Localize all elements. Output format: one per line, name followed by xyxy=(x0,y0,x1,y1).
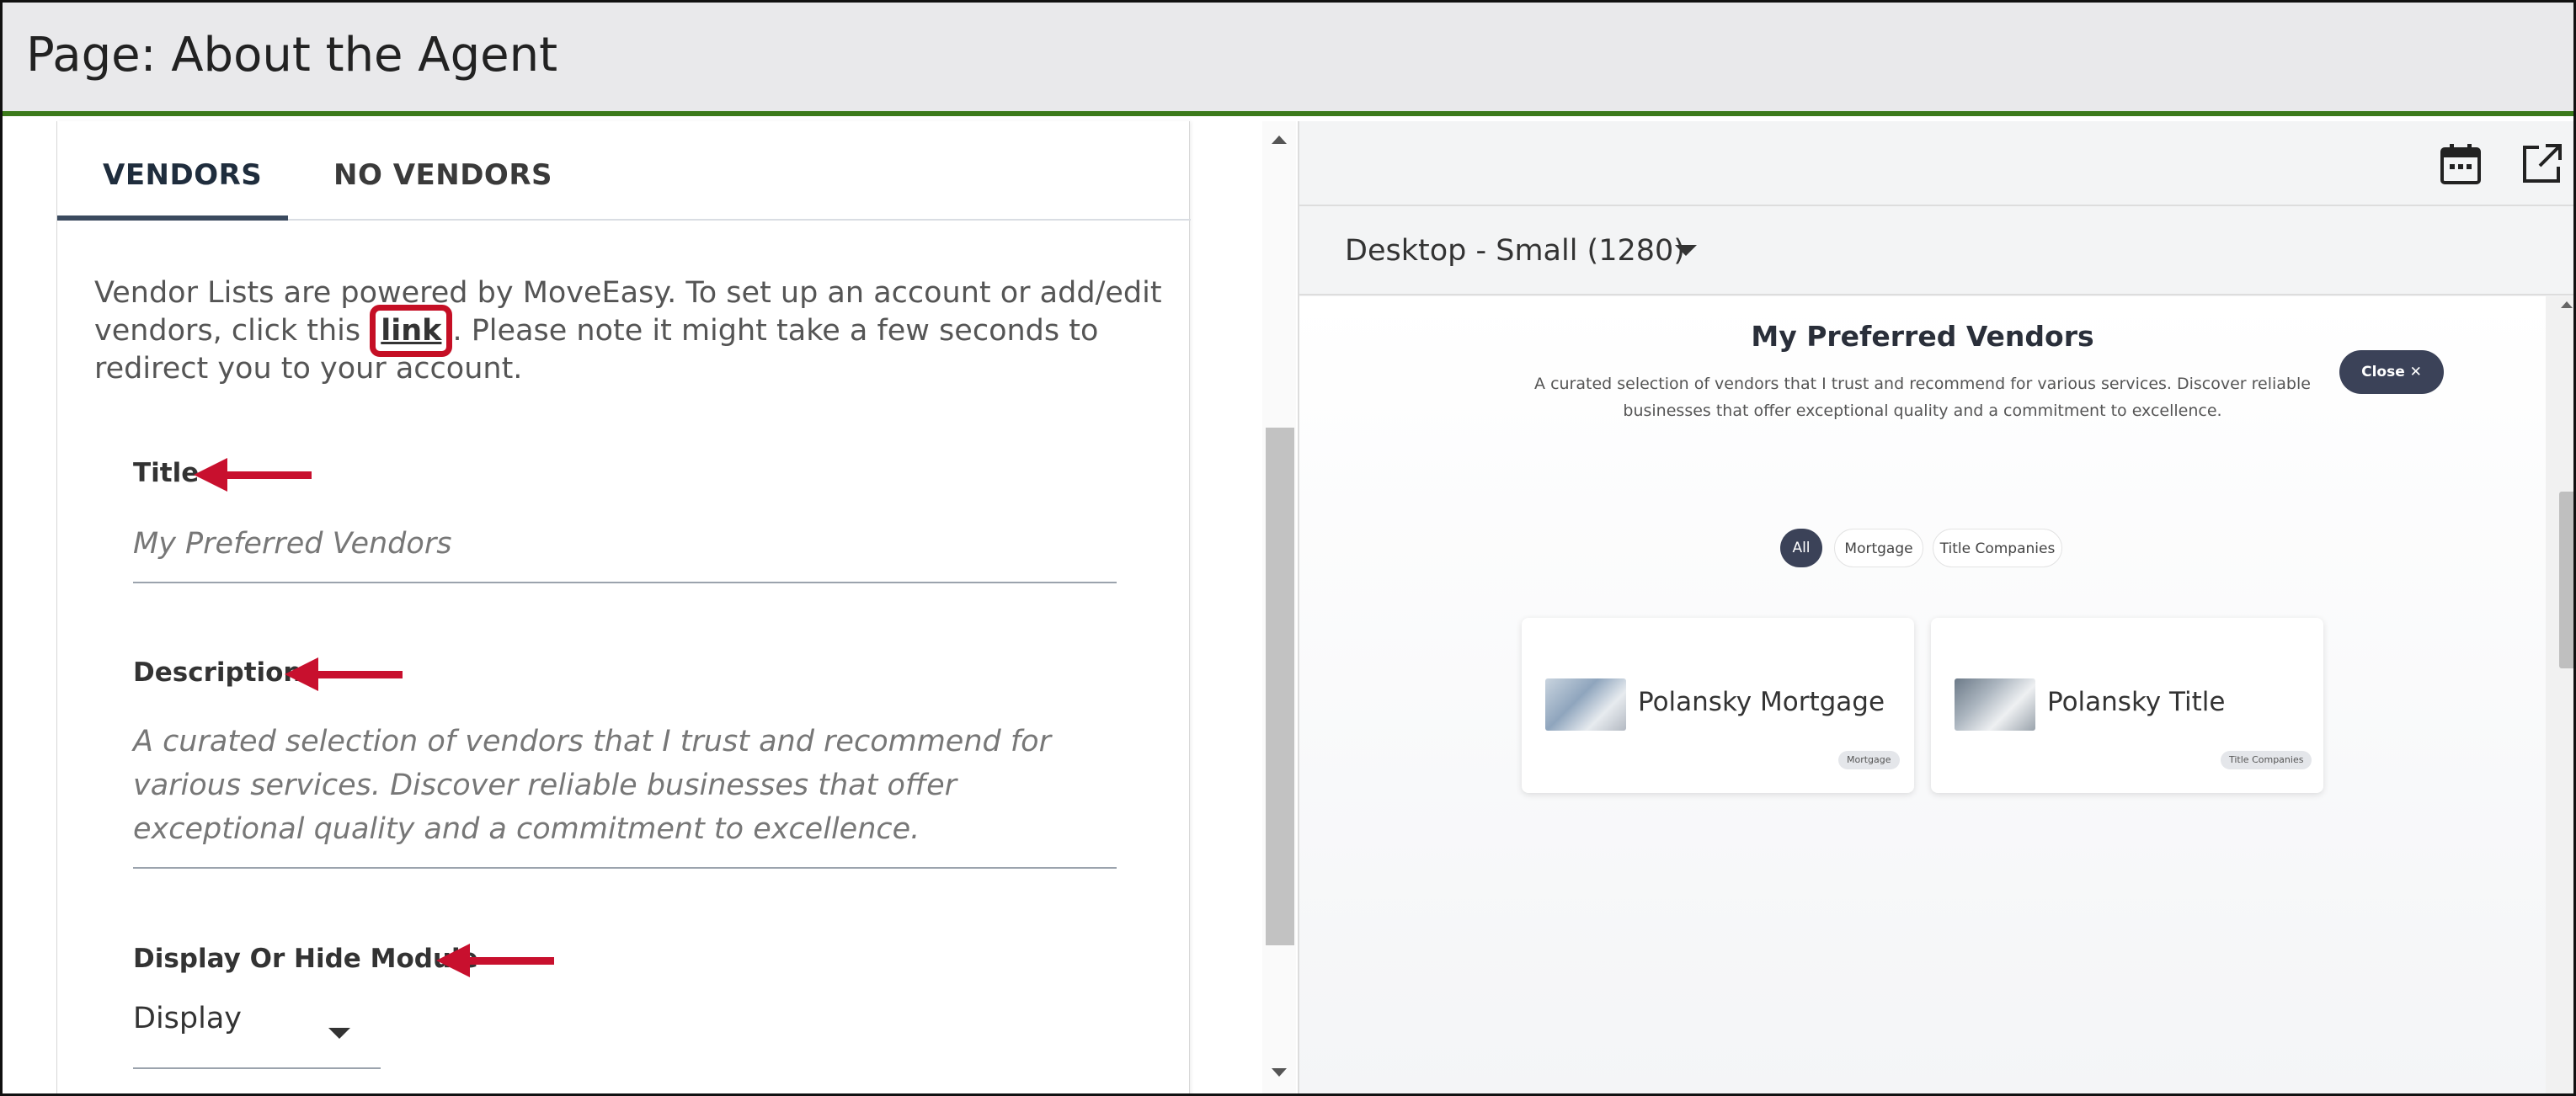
close-label: Close xyxy=(2361,364,2405,380)
page-header: Page: About the Agent xyxy=(3,3,2573,116)
page-title: Page: About the Agent xyxy=(26,28,558,82)
module-preview: My Preferred Vendors A curated selection… xyxy=(1299,296,2546,1093)
vendor-thumbnail xyxy=(1955,678,2035,731)
preview-scrollbar[interactable] xyxy=(2546,296,2573,1093)
preview-panel: Desktop - Small (1280) My Preferred Vend… xyxy=(1298,121,2573,1093)
tab-no-vendors[interactable]: NO VENDORS xyxy=(333,158,552,192)
filter-title-companies[interactable]: Title Companies xyxy=(1933,529,2062,567)
display-hide-label: Display Or Hide Module xyxy=(133,944,478,974)
external-link-icon[interactable] xyxy=(2519,141,2564,187)
title-input-underline xyxy=(133,582,1117,583)
chevron-down-icon[interactable] xyxy=(328,1028,350,1039)
description-input-underline xyxy=(133,867,1117,869)
tab-vendors[interactable]: VENDORS xyxy=(103,158,262,192)
intro-text: Vendor Lists are powered by MoveEasy. To… xyxy=(94,274,1164,388)
editor-scrollbar-thumb[interactable] xyxy=(1266,428,1294,945)
annotation-arrow-icon xyxy=(285,657,403,691)
preview-description: A curated selection of vendors that I tr… xyxy=(1534,375,2311,420)
screenshot-frame: Page: About the Agent VENDORS NO VENDORS… xyxy=(0,0,2576,1096)
preview-title: My Preferred Vendors xyxy=(1751,320,2094,353)
preview-toolbar xyxy=(1299,121,2573,206)
close-button[interactable]: Close ✕ xyxy=(2339,350,2444,394)
description-label: Description xyxy=(133,657,302,688)
vendor-card[interactable]: Polansky Title Title Companies xyxy=(1931,618,2323,793)
title-input[interactable]: My Preferred Vendors xyxy=(133,522,451,566)
active-tab-indicator xyxy=(57,215,288,221)
filter-all[interactable]: All xyxy=(1780,529,1822,567)
annotation-arrow-icon xyxy=(194,458,312,492)
preview-scrollbar-thumb[interactable] xyxy=(2559,492,2573,668)
filter-mortgage[interactable]: Mortgage xyxy=(1834,529,1923,567)
vendor-name: Polansky Title xyxy=(2047,687,2226,717)
vendor-name: Polansky Mortgage xyxy=(1638,687,1885,717)
vendor-category-badge: Mortgage xyxy=(1838,751,1900,769)
chevron-down-icon[interactable] xyxy=(1675,245,1697,256)
moveeasy-link[interactable]: link xyxy=(370,305,453,357)
viewport-selector[interactable]: Desktop - Small (1280) xyxy=(1299,206,2573,295)
vendor-card[interactable]: Polansky Mortgage Mortgage xyxy=(1522,618,1914,793)
scroll-down-icon[interactable] xyxy=(1272,1068,1287,1077)
vendor-editor-panel: VENDORS NO VENDORS Vendor Lists are powe… xyxy=(56,121,1191,1093)
vendor-thumbnail xyxy=(1545,678,1626,731)
scroll-up-icon[interactable] xyxy=(1272,136,1287,144)
calendar-icon[interactable] xyxy=(2438,141,2483,187)
display-select-underline xyxy=(133,1067,381,1069)
viewport-select[interactable]: Desktop - Small (1280) xyxy=(1345,234,1685,268)
display-select[interactable]: Display xyxy=(133,1002,242,1035)
scroll-up-icon[interactable] xyxy=(2561,301,2573,308)
description-input[interactable]: A curated selection of vendors that I tr… xyxy=(133,720,1127,851)
editor-tabs: VENDORS NO VENDORS xyxy=(57,121,1191,221)
vendor-category-badge: Title Companies xyxy=(2221,751,2312,769)
annotation-arrow-icon xyxy=(436,944,554,977)
title-label: Title xyxy=(133,458,200,488)
